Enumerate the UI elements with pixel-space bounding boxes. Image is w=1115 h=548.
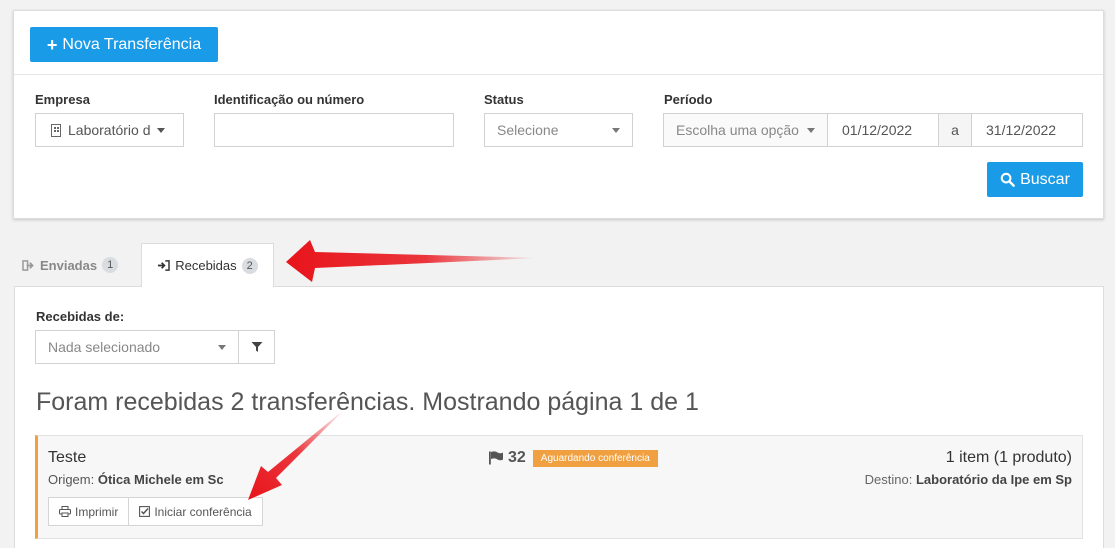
origin-value: Ótica Michele em Sc — [97, 472, 224, 487]
end-date-input[interactable]: 31/12/2022 — [971, 113, 1083, 147]
sign-out-icon — [22, 259, 34, 271]
chevron-down-icon — [612, 127, 620, 133]
print-label: Imprimir — [75, 504, 119, 519]
transfer-destination: Destino: Laboratório da Ipe em Sp — [865, 472, 1072, 487]
building-icon — [51, 123, 61, 137]
start-date-value: 01/12/2022 — [842, 122, 913, 138]
chevron-down-icon — [807, 127, 815, 133]
panel-divider — [14, 74, 1103, 75]
tab-recebidas-count: 2 — [241, 257, 258, 274]
transfer-number: 32 Aguardando conferência — [488, 449, 658, 467]
transfer-number-value: 32 — [508, 449, 526, 466]
empresa-label: Empresa — [35, 92, 90, 107]
received-panel: Recebidas de: Nada selecionado Foram rec… — [14, 286, 1104, 548]
transfer-title: Teste — [48, 449, 87, 466]
destination-label: Destino: — [864, 472, 913, 487]
identificacao-label: Identificação ou número — [214, 92, 365, 107]
transfer-item-count: 1 item (1 produto) — [945, 449, 1072, 466]
results-summary: Foram recebidas 2 transferências. Mostra… — [36, 388, 699, 416]
filter-icon — [251, 342, 262, 352]
plus-icon: + — [46, 34, 58, 55]
empresa-select[interactable]: Laboratório d — [35, 113, 184, 147]
flag-icon — [489, 451, 503, 465]
transfer-card: Teste Origem: Ótica Michele em Sc 32 Agu… — [35, 435, 1083, 539]
received-from-select[interactable]: Nada selecionado — [35, 330, 239, 364]
tab-recebidas[interactable]: Recebidas 2 — [141, 243, 274, 287]
print-icon — [59, 506, 71, 517]
filter-button[interactable] — [238, 330, 275, 364]
empresa-value: Laboratório d — [68, 122, 151, 138]
tab-enviadas[interactable]: Enviadas 1 — [22, 244, 119, 286]
status-badge: Aguardando conferência — [532, 449, 658, 467]
new-transfer-label: Nova Transferência — [62, 35, 202, 53]
status-label: Status — [484, 92, 524, 107]
new-transfer-button[interactable]: + Nova Transferência — [30, 27, 218, 62]
check-square-icon — [139, 506, 151, 517]
received-from-label: Recebidas de: — [36, 309, 125, 324]
print-button[interactable]: Imprimir — [48, 497, 130, 526]
received-from-placeholder: Nada selecionado — [48, 339, 161, 355]
end-date-value: 31/12/2022 — [986, 122, 1057, 138]
tab-enviadas-label: Enviadas — [40, 257, 98, 273]
start-check-button[interactable]: Iniciar conferência — [129, 497, 263, 526]
tab-enviadas-count: 1 — [102, 257, 119, 273]
date-separator: a — [938, 113, 972, 147]
periodo-label: Período — [664, 92, 713, 107]
periodo-option-placeholder: Escolha uma opção — [676, 122, 799, 138]
identificacao-input[interactable] — [214, 113, 454, 147]
search-icon — [1000, 172, 1015, 187]
origin-label: Origem: — [48, 472, 95, 487]
search-label: Buscar — [1020, 170, 1070, 188]
search-button[interactable]: Buscar — [987, 162, 1083, 197]
sign-in-icon — [158, 260, 170, 271]
filter-panel: + Nova Transferência Empresa Laboratório… — [13, 10, 1104, 219]
chevron-down-icon — [156, 127, 165, 133]
arrow-to-recebidas-tab — [286, 240, 540, 282]
start-check-label: Iniciar conferência — [154, 504, 252, 519]
start-date-input[interactable]: 01/12/2022 — [827, 113, 939, 147]
destination-value: Laboratório da Ipe em Sp — [915, 472, 1072, 487]
date-separator-text: a — [951, 122, 959, 138]
transfer-actions: Imprimir Iniciar conferência — [48, 497, 263, 526]
status-select[interactable]: Selecione — [484, 113, 633, 147]
transfer-origin: Origem: Ótica Michele em Sc — [48, 472, 224, 487]
status-placeholder: Selecione — [497, 122, 559, 138]
periodo-option-select[interactable]: Escolha uma opção — [663, 113, 828, 147]
chevron-down-icon — [218, 344, 226, 350]
tab-recebidas-label: Recebidas — [175, 258, 237, 273]
